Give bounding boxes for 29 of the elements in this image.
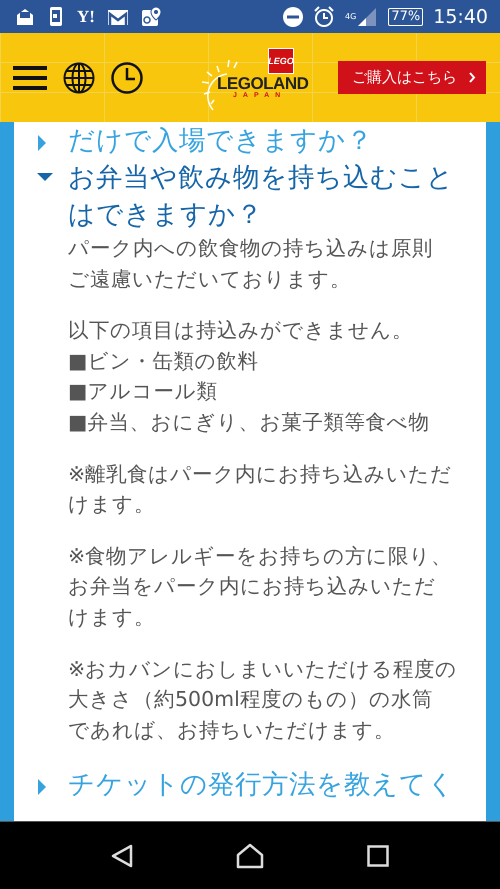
- notification-icon: [15, 6, 35, 26]
- app-icon-text: Y!: [77, 6, 95, 26]
- answer-paragraph: パーク内への飲食物の持ち込みは原則 ご遠慮いただいております。: [68, 235, 433, 293]
- menu-icon[interactable]: [13, 66, 47, 90]
- brand-logo: LEGO: [268, 48, 294, 74]
- chevron-icon: [469, 72, 476, 83]
- network-label: 4G: [345, 12, 356, 20]
- clock-time: 15:40: [433, 6, 488, 28]
- phone-icon: [47, 6, 65, 27]
- answer-paragraph: ※離乳食はパーク内にお持ち込みいただ けます。: [68, 460, 452, 518]
- logo-name: LEGOLAND: [217, 74, 308, 92]
- do-not-disturb-icon: [283, 6, 304, 26]
- globe-icon[interactable]: [63, 62, 95, 94]
- alarm-icon: [313, 6, 336, 27]
- home-icon[interactable]: [236, 842, 264, 868]
- buy-button[interactable]: ご購入はこちら: [338, 61, 486, 94]
- faq-question[interactable]: お弁当や飲み物を持ち込むことはできますか？: [68, 159, 466, 233]
- back-icon[interactable]: [111, 844, 134, 868]
- caret-down-icon[interactable]: [36, 171, 54, 183]
- clock-icon[interactable]: [111, 62, 143, 94]
- faq-question[interactable]: チケットの発行方法を教えてく: [68, 766, 466, 804]
- recents-icon[interactable]: [366, 844, 389, 866]
- answer-paragraph: ※おカバンにおしまいいただける程度の 大きさ（約500ml程度のもの）の水筒 であれば、お持ちいただけます。: [68, 656, 458, 744]
- faq-question[interactable]: だけで入場できますか？: [68, 122, 466, 159]
- answer-paragraph: 以下の項目は持込みができません。 ■ビン・缶類の飲料 ■アルコール類 ■弁当、おにぎり、お菓子類等食べ物: [68, 317, 430, 436]
- battery-indicator: 77%: [388, 8, 424, 26]
- signal-icon: [356, 6, 378, 28]
- answer-paragraph: ※食物アレルギーをお持ちの方に限り、 お弁当をパーク内にお持ち込みいただ けます。: [68, 542, 452, 631]
- maps-icon: [140, 6, 162, 27]
